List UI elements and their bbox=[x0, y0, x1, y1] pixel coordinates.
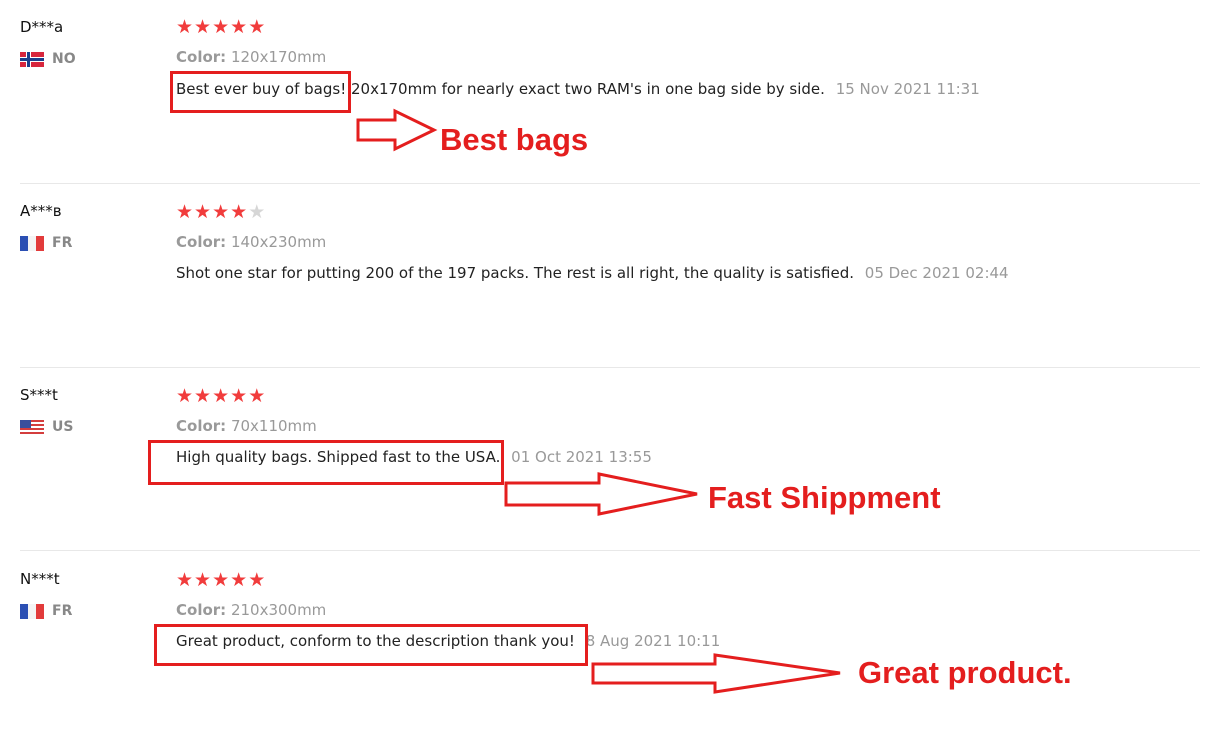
review-date: 15 Nov 2021 11:31 bbox=[835, 80, 980, 98]
country-code: NO bbox=[52, 51, 76, 67]
review-divider bbox=[20, 550, 1200, 551]
star-icon: ★ bbox=[176, 201, 195, 223]
star-icon: ★ bbox=[176, 569, 195, 591]
annotation-label: Fast Shippment bbox=[708, 480, 941, 515]
star-icon: ★ bbox=[230, 201, 249, 223]
sku-info: Color: 210x300mm bbox=[176, 601, 326, 619]
star-icon: ★ bbox=[176, 16, 195, 38]
star-rating: ★★★★★ bbox=[176, 17, 266, 37]
review-date: 8 Aug 2021 10:11 bbox=[585, 632, 721, 650]
sku-value: 140x230mm bbox=[230, 233, 327, 251]
country-code: US bbox=[52, 419, 74, 435]
star-icon: ★ bbox=[212, 16, 231, 38]
country-code: FR bbox=[52, 603, 73, 619]
sku-label: Color: bbox=[176, 601, 227, 619]
annotation-label: Great product. bbox=[858, 655, 1072, 690]
review-date: 01 Oct 2021 13:55 bbox=[511, 448, 652, 466]
sku-value: 120x170mm bbox=[230, 48, 327, 66]
star-empty-icon: ★ bbox=[248, 201, 267, 223]
sku-value: 70x110mm bbox=[230, 417, 317, 435]
review-divider bbox=[20, 183, 1200, 184]
star-rating: ★★★★★ bbox=[176, 386, 266, 406]
highlight-box bbox=[170, 71, 351, 113]
sku-label: Color: bbox=[176, 417, 227, 435]
reviewer-name: D***a bbox=[20, 18, 64, 36]
star-icon: ★ bbox=[176, 385, 195, 407]
review-divider bbox=[20, 367, 1200, 368]
star-rating: ★★★★★ bbox=[176, 570, 266, 590]
star-icon: ★ bbox=[194, 569, 213, 591]
star-icon: ★ bbox=[248, 16, 267, 38]
review-date: 05 Dec 2021 02:44 bbox=[864, 264, 1009, 282]
reviewer-name: A***в bbox=[20, 202, 62, 220]
france-flag-icon bbox=[20, 235, 44, 251]
star-rating: ★★★★★ bbox=[176, 202, 266, 222]
highlight-box bbox=[154, 624, 588, 666]
star-icon: ★ bbox=[194, 385, 213, 407]
review-rest-text: 20x170mm for nearly exact two RAM's in o… bbox=[346, 80, 825, 98]
annotation-arrow bbox=[504, 472, 698, 516]
france-flag-icon bbox=[20, 603, 44, 619]
highlight-box bbox=[148, 440, 504, 485]
star-icon: ★ bbox=[248, 569, 267, 591]
usa-flag-icon bbox=[20, 419, 44, 435]
star-icon: ★ bbox=[212, 201, 231, 223]
star-icon: ★ bbox=[194, 16, 213, 38]
country-code: FR bbox=[52, 235, 73, 251]
annotation-arrow bbox=[591, 653, 841, 694]
star-icon: ★ bbox=[212, 385, 231, 407]
sku-label: Color: bbox=[176, 48, 227, 66]
reviewer-name: S***t bbox=[20, 386, 58, 404]
star-icon: ★ bbox=[230, 569, 249, 591]
sku-info: Color: 140x230mm bbox=[176, 233, 326, 251]
reviewer-country: US bbox=[20, 419, 73, 435]
star-icon: ★ bbox=[194, 201, 213, 223]
sku-info: Color: 70x110mm bbox=[176, 417, 317, 435]
annotation-arrow bbox=[356, 108, 438, 152]
review-text: Shot one star for putting 200 of the 197… bbox=[176, 264, 1009, 282]
star-icon: ★ bbox=[212, 569, 231, 591]
reviewer-country: NO bbox=[20, 51, 76, 67]
star-icon: ★ bbox=[248, 385, 267, 407]
star-icon: ★ bbox=[230, 16, 249, 38]
sku-label: Color: bbox=[176, 233, 227, 251]
sku-value: 210x300mm bbox=[230, 601, 327, 619]
reviewer-country: FR bbox=[20, 603, 72, 619]
sku-info: Color: 120x170mm bbox=[176, 48, 326, 66]
reviewer-name: N***t bbox=[20, 570, 60, 588]
star-icon: ★ bbox=[230, 385, 249, 407]
norway-flag-icon bbox=[20, 51, 44, 67]
annotation-label: Best bags bbox=[440, 122, 589, 157]
reviewer-country: FR bbox=[20, 235, 72, 251]
review-body: Shot one star for putting 200 of the 197… bbox=[176, 264, 854, 282]
